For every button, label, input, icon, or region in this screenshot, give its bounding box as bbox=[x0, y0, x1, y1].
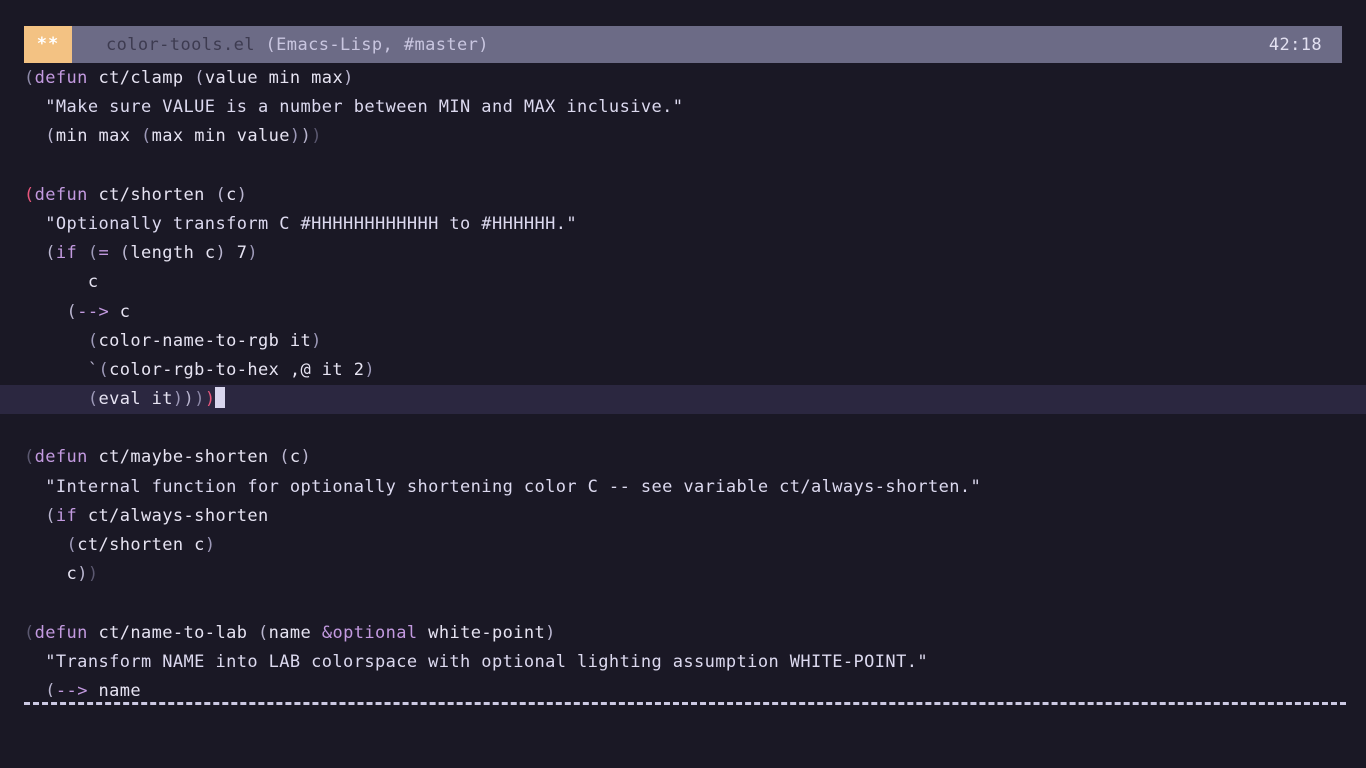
code-line: (if ct/always-shorten bbox=[45, 505, 269, 526]
text-cursor bbox=[215, 387, 226, 409]
modeline-buffer-name: color-tools.el bbox=[106, 34, 255, 55]
modeline-mode-open: ( bbox=[254, 34, 277, 55]
modeline-vc-branch: #master bbox=[403, 34, 479, 55]
code-line: (defun ct/name-to-lab (name &optional wh… bbox=[24, 622, 556, 643]
code-line: "Optionally transform C #HHHHHHHHHHHH to… bbox=[45, 213, 578, 234]
code-buffer[interactable]: (defun ct/clamp (value min max) "Make su… bbox=[0, 64, 1366, 697]
modeline: ** color-tools.el (Emacs-Lisp, #master) … bbox=[24, 26, 1342, 63]
code-line: "Internal function for optionally shorte… bbox=[45, 476, 982, 497]
code-line: (defun ct/clamp (value min max) bbox=[24, 68, 354, 88]
modeline-clock: 42:18 bbox=[1268, 34, 1322, 55]
modeline-buffer-info: color-tools.el (Emacs-Lisp, #master) bbox=[106, 35, 489, 55]
code-line: (defun ct/maybe-shorten (c) bbox=[24, 447, 312, 468]
code-line: `(color-rgb-to-hex ,@ it 2) bbox=[87, 359, 375, 380]
window-divider bbox=[24, 702, 1346, 705]
modeline-major-mode: Emacs-Lisp bbox=[276, 34, 383, 55]
code-line: (--> c bbox=[66, 301, 131, 322]
code-line-current: (eval it)))) bbox=[0, 385, 1366, 415]
code-line: (defun ct/shorten (c) bbox=[24, 184, 248, 205]
code-line: (if (= (length c) 7) bbox=[45, 243, 259, 264]
modeline-separator: , bbox=[382, 34, 404, 55]
code-line: (ct/shorten c) bbox=[66, 535, 216, 555]
code-line: "Make sure VALUE is a number between MIN… bbox=[45, 97, 684, 118]
modified-indicator[interactable]: ** bbox=[24, 26, 72, 63]
modeline-mode-close: ) bbox=[478, 34, 489, 55]
code-line: c bbox=[87, 272, 99, 293]
code-line: "Transform NAME into LAB colorspace with… bbox=[45, 651, 928, 672]
code-line: (min max (max min value))) bbox=[45, 126, 322, 147]
code-line: c)) bbox=[66, 564, 99, 585]
code-line: (color-name-to-rgb it) bbox=[87, 330, 322, 351]
code-line: (--> name bbox=[45, 680, 142, 697]
emacs-frame: ** color-tools.el (Emacs-Lisp, #master) … bbox=[0, 0, 1366, 768]
